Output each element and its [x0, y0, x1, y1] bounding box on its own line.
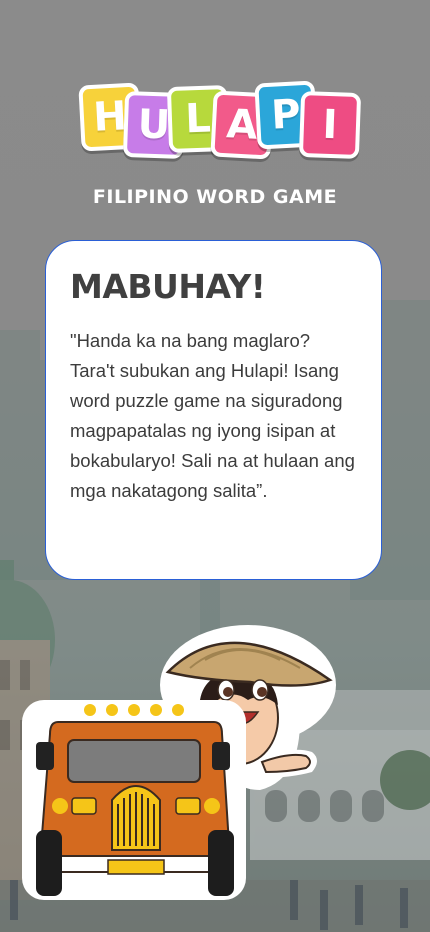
mascot-illustration	[22, 625, 336, 900]
jeepney-illustration	[22, 700, 246, 900]
